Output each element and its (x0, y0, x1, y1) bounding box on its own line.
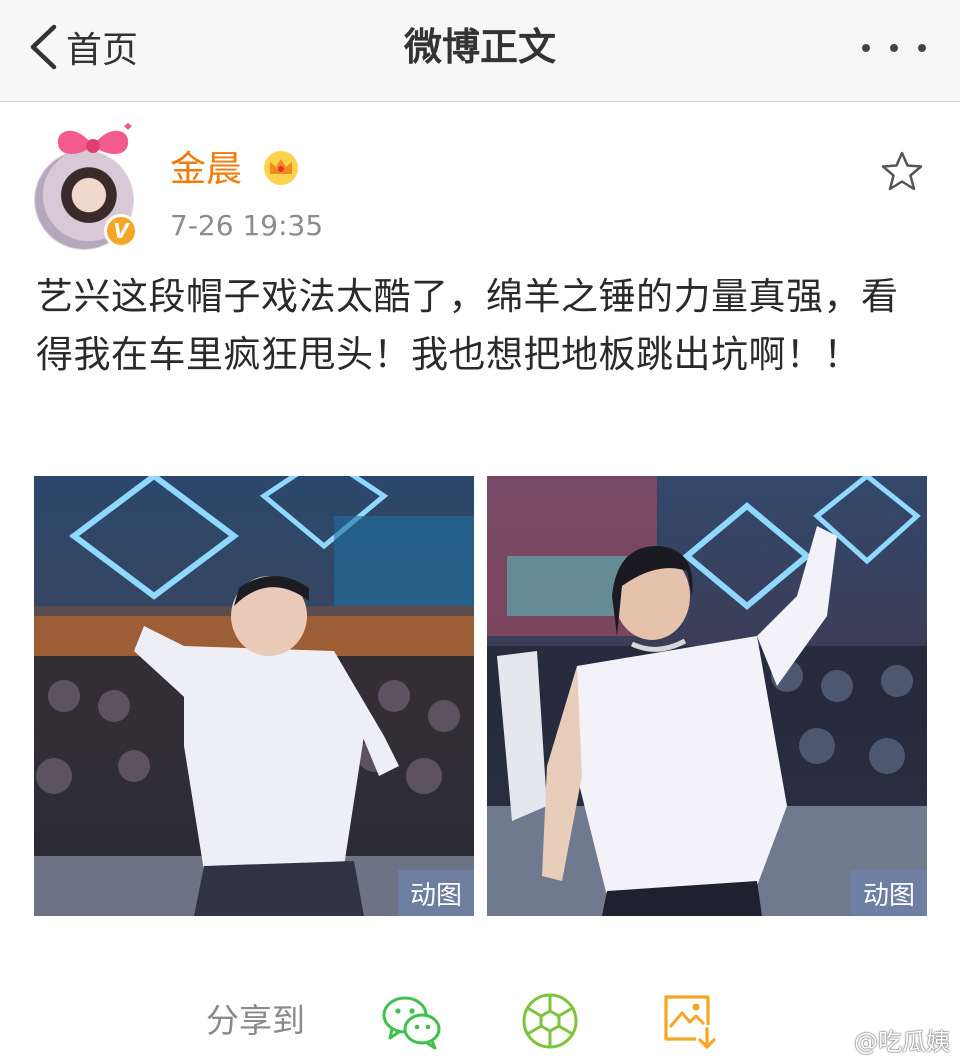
crown-icon (264, 151, 298, 185)
top-navbar: 首页 微博正文 (0, 0, 960, 102)
post-timestamp: 7-26 19:35 (170, 209, 324, 242)
more-dot-icon (862, 44, 870, 52)
user-name[interactable]: 金晨 (170, 148, 242, 192)
save-image-icon[interactable] (660, 991, 718, 1051)
post-image[interactable]: 动图 (487, 476, 927, 916)
watermark: @吃瓜姨 (812, 1022, 950, 1057)
page-title: 微博正文 (403, 25, 556, 69)
weibo-logo-icon (812, 1024, 848, 1054)
avatar[interactable]: V (34, 122, 144, 250)
gif-tag: 动图 (851, 870, 927, 916)
star-icon[interactable] (880, 150, 924, 192)
dancer-image-1 (34, 476, 474, 916)
wechat-icon[interactable] (380, 991, 444, 1051)
bow-decoration-icon (57, 123, 132, 154)
more-options-button[interactable] (862, 28, 926, 68)
moments-icon[interactable] (520, 991, 580, 1051)
more-dot-icon (890, 44, 898, 52)
more-dot-icon (918, 44, 926, 52)
post-image[interactable]: 动图 (34, 476, 474, 916)
gif-tag: 动图 (398, 870, 474, 916)
watermark-text: @吃瓜姨 (854, 1028, 950, 1056)
verified-badge-icon: V (104, 214, 138, 248)
dancer-image-2 (487, 476, 927, 916)
share-label: 分享到 (206, 1001, 305, 1040)
post-content: 艺兴这段帽子戏法太酷了，绵羊之锤的力量真强，看得我在车里疯狂甩头！我也想把地板跳… (36, 275, 899, 376)
